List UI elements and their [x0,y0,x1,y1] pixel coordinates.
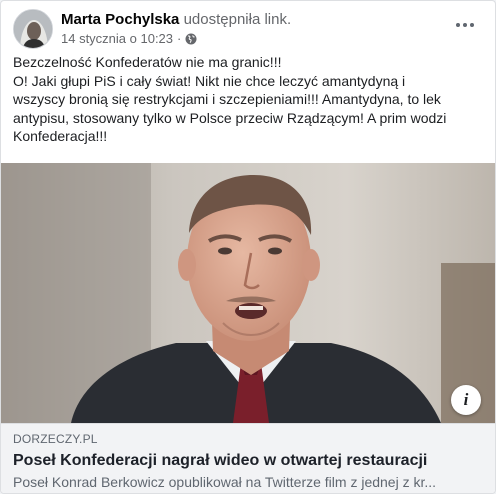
globe-icon[interactable] [185,33,197,45]
post-header: Marta Pochylska udostępniła link. 14 sty… [13,9,483,49]
link-preview-meta[interactable]: DORZECZY.PL Poseł Konfederacji nagrał wi… [1,423,495,493]
more-dot-icon [463,23,467,27]
post-text-line: antypisu, stosowany tylko w Polsce przec… [13,109,447,126]
post-text: Bezczelność Konfederatów nie ma granic!!… [13,53,489,146]
post-text-line: Konfederacja!!! [13,128,108,144]
photo-politician [1,163,495,423]
more-dot-icon [456,23,460,27]
info-button[interactable]: i [451,385,481,415]
author-name[interactable]: Marta Pochylska [61,11,179,28]
link-description: Poseł Konrad Berkowicz opublikował na Tw… [13,474,437,490]
post-meta: 14 stycznia o 10:23 · [61,31,197,46]
post-card: Marta Pochylska udostępniła link. 14 sty… [0,0,496,494]
post-timestamp[interactable]: 14 stycznia o 10:23 [61,31,173,46]
more-options-button[interactable] [447,11,483,39]
post-text-line: Bezczelność Konfederatów nie ma granic!!… [13,54,282,70]
link-preview-image[interactable]: i [1,163,495,423]
share-action: udostępniła link. [183,11,292,28]
author-line: Marta Pochylska udostępniła link. [61,11,291,28]
post-text-line: O! Jaki głupi PiS i cały świat! Nikt nie… [13,72,406,89]
link-domain: DORZECZY.PL [13,432,98,446]
meta-separator: · [177,31,182,46]
link-title[interactable]: Poseł Konfederacji nagrał wideo w otwart… [13,452,483,470]
more-dot-icon [470,23,474,27]
avatar[interactable] [13,9,53,49]
avatar-photo [14,10,52,48]
post-text-line: wszyscy bronią się restrykcjami i szczep… [13,91,441,107]
